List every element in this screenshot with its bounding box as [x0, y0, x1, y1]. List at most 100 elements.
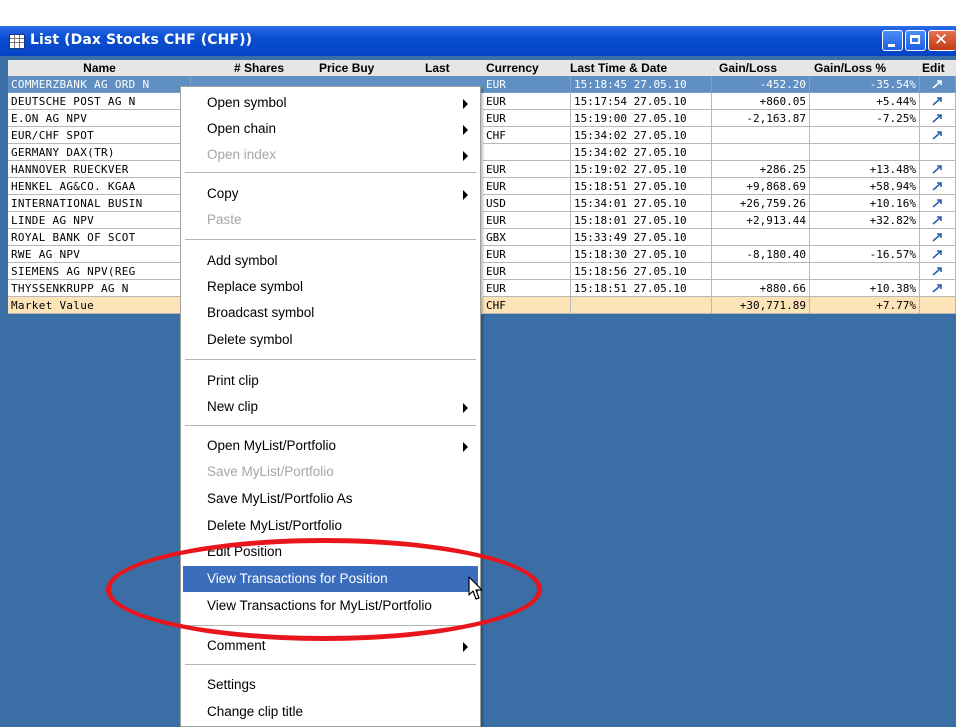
cell-edit[interactable]	[920, 212, 956, 229]
cell-currency: EUR	[483, 93, 571, 110]
table-row[interactable]: HENKEL AG&CO. KGAA EUR 15:18:51 27.05.10 +9…	[8, 178, 956, 195]
menu-separator	[185, 664, 476, 665]
cell-edit[interactable]	[920, 110, 956, 127]
minimize-button[interactable]	[882, 30, 903, 51]
edit-position-icon[interactable]	[932, 250, 943, 259]
menu-label: Open chain	[207, 121, 277, 136]
cell-name: RWE AG NPV	[8, 246, 191, 263]
menu-item-save-mylist-as[interactable]: Save MyList/Portfolio As	[183, 486, 478, 512]
menu-label: New clip	[207, 399, 259, 414]
table-row[interactable]: COMMERZBANK AG ORD N EUR 15:18:45 27.05.10…	[8, 76, 956, 93]
cell-last-time: 15:19:00 27.05.10	[571, 110, 712, 127]
cell-name: LINDE AG NPV	[8, 212, 191, 229]
menu-item-paste[interactable]: Paste	[183, 207, 478, 233]
cell-name: HANNOVER RUECKVER	[8, 161, 191, 178]
cell-edit[interactable]	[920, 263, 956, 280]
cell-edit[interactable]	[920, 246, 956, 263]
cell-name: SIEMENS AG NPV(REG	[8, 263, 191, 280]
col-header-name[interactable]: Name	[8, 60, 191, 76]
menu-item-change-clip-title[interactable]: Change clip title	[183, 699, 478, 725]
menu-item-add-symbol[interactable]: Add symbol	[183, 248, 478, 274]
cell-name: GERMANY DAX(TR)	[8, 144, 191, 161]
cell-currency: EUR	[483, 246, 571, 263]
table-row[interactable]: RWE AG NPV EUR 15:18:30 27.05.10 -8,180.40-…	[8, 246, 956, 263]
cell-edit	[920, 144, 956, 161]
cell-gain-loss-pct	[810, 229, 920, 246]
cell-edit[interactable]	[920, 93, 956, 110]
window-title: List (Dax Stocks CHF (CHF))	[30, 32, 253, 48]
table-row[interactable]: SIEMENS AG NPV(REG EUR 15:18:56 27.05.10	[8, 263, 956, 280]
col-header-currency[interactable]: Currency	[486, 60, 566, 76]
col-header-price-buy[interactable]: Price Buy	[319, 60, 399, 76]
edit-position-icon[interactable]	[932, 97, 943, 106]
table-row[interactable]: E.ON AG NPV EUR 15:19:00 27.05.10 -2,163.87…	[8, 110, 956, 127]
menu-item-broadcast-symbol[interactable]: Broadcast symbol	[183, 300, 478, 326]
cell-edit[interactable]	[920, 195, 956, 212]
cell-edit[interactable]	[920, 280, 956, 297]
col-header-gain-loss-pct[interactable]: Gain/Loss %	[814, 60, 919, 76]
table-row[interactable]: GERMANY DAX(TR) 15:34:02 27.05.10	[8, 144, 956, 161]
edit-position-icon[interactable]	[932, 131, 943, 140]
edit-position-icon[interactable]	[932, 182, 943, 191]
menu-item-open-symbol[interactable]: Open symbol	[183, 90, 478, 116]
submenu-arrow-icon	[463, 125, 468, 135]
cell-currency: USD	[483, 195, 571, 212]
col-header-edit[interactable]: Edit	[922, 60, 956, 76]
cell-gain-loss-pct: -7.25%	[810, 110, 920, 127]
col-header-last[interactable]: Last	[425, 60, 475, 76]
table-row[interactable]: DEUTSCHE POST AG N EUR 15:17:54 27.05.10 +8…	[8, 93, 956, 110]
edit-position-icon[interactable]	[932, 199, 943, 208]
edit-position-icon[interactable]	[932, 114, 943, 123]
cell-edit[interactable]	[920, 161, 956, 178]
cell-edit[interactable]	[920, 229, 956, 246]
cell-edit[interactable]	[920, 127, 956, 144]
edit-position-icon[interactable]	[932, 267, 943, 276]
edit-position-icon[interactable]	[932, 80, 943, 89]
menu-item-delete-mylist[interactable]: Delete MyList/Portfolio	[183, 513, 478, 539]
cell-last-time: 15:19:02 27.05.10	[571, 161, 712, 178]
menu-item-new-clip[interactable]: New clip	[183, 394, 478, 420]
cell-gain-loss: +26,759.26	[712, 195, 810, 212]
col-header-shares[interactable]: # Shares	[234, 60, 314, 76]
edit-position-icon[interactable]	[932, 216, 943, 225]
menu-item-copy[interactable]: Copy	[183, 181, 478, 207]
cell-name: COMMERZBANK AG ORD N	[8, 76, 191, 93]
maximize-button[interactable]	[905, 30, 926, 51]
menu-separator	[185, 425, 476, 426]
menu-item-open-index[interactable]: Open index	[183, 142, 478, 168]
menu-label: Delete symbol	[207, 332, 293, 347]
menu-item-open-mylist[interactable]: Open MyList/Portfolio	[183, 433, 478, 459]
table-row[interactable]: ROYAL BANK OF SCOT GBX 15:33:49 27.05.10	[8, 229, 956, 246]
submenu-arrow-icon	[463, 442, 468, 452]
menu-item-settings[interactable]: Settings	[183, 672, 478, 698]
edit-position-icon[interactable]	[932, 284, 943, 293]
title-bar[interactable]: List (Dax Stocks CHF (CHF)) ✕	[0, 26, 956, 56]
menu-item-replace-symbol[interactable]: Replace symbol	[183, 274, 478, 300]
cell-name: HENKEL AG&CO. KGAA	[8, 178, 191, 195]
cell-last-time: 15:18:45 27.05.10	[571, 76, 712, 93]
cell-gain-loss: +860.05	[712, 93, 810, 110]
menu-item-print-clip[interactable]: Print clip	[183, 368, 478, 394]
edit-position-icon[interactable]	[932, 165, 943, 174]
table-row[interactable]: INTERNATIONAL BUSIN USD 15:34:01 27.05.10 +…	[8, 195, 956, 212]
table-row[interactable]: EUR/CHF SPOT CHF 15:34:02 27.05.10	[8, 127, 956, 144]
col-header-gain-loss[interactable]: Gain/Loss	[719, 60, 809, 76]
cell-name: ROYAL BANK OF SCOT	[8, 229, 191, 246]
close-button[interactable]: ✕	[928, 30, 956, 51]
table-row[interactable]: LINDE AG NPV EUR 15:18:01 27.05.10 +2,913.4…	[8, 212, 956, 229]
menu-item-save-mylist[interactable]: Save MyList/Portfolio	[183, 459, 478, 485]
cell-last-time: 15:18:56 27.05.10	[571, 263, 712, 280]
cell-edit[interactable]	[920, 76, 956, 93]
edit-position-icon[interactable]	[932, 233, 943, 242]
table-row[interactable]: THYSSENKRUPP AG N EUR 15:18:51 27.05.10 +88…	[8, 280, 956, 297]
cell-gain-loss: -452.20	[712, 76, 810, 93]
cell-name: INTERNATIONAL BUSIN	[8, 195, 191, 212]
cell-gain-loss	[712, 263, 810, 280]
menu-item-open-chain[interactable]: Open chain	[183, 116, 478, 142]
menu-item-delete-symbol[interactable]: Delete symbol	[183, 327, 478, 353]
cell-edit[interactable]	[920, 178, 956, 195]
cell-currency: EUR	[483, 178, 571, 195]
col-header-last-time[interactable]: Last Time & Date	[570, 60, 710, 76]
table-row[interactable]: HANNOVER RUECKVER EUR 15:19:02 27.05.10 +28…	[8, 161, 956, 178]
cell-gain-loss: +2,913.44	[712, 212, 810, 229]
